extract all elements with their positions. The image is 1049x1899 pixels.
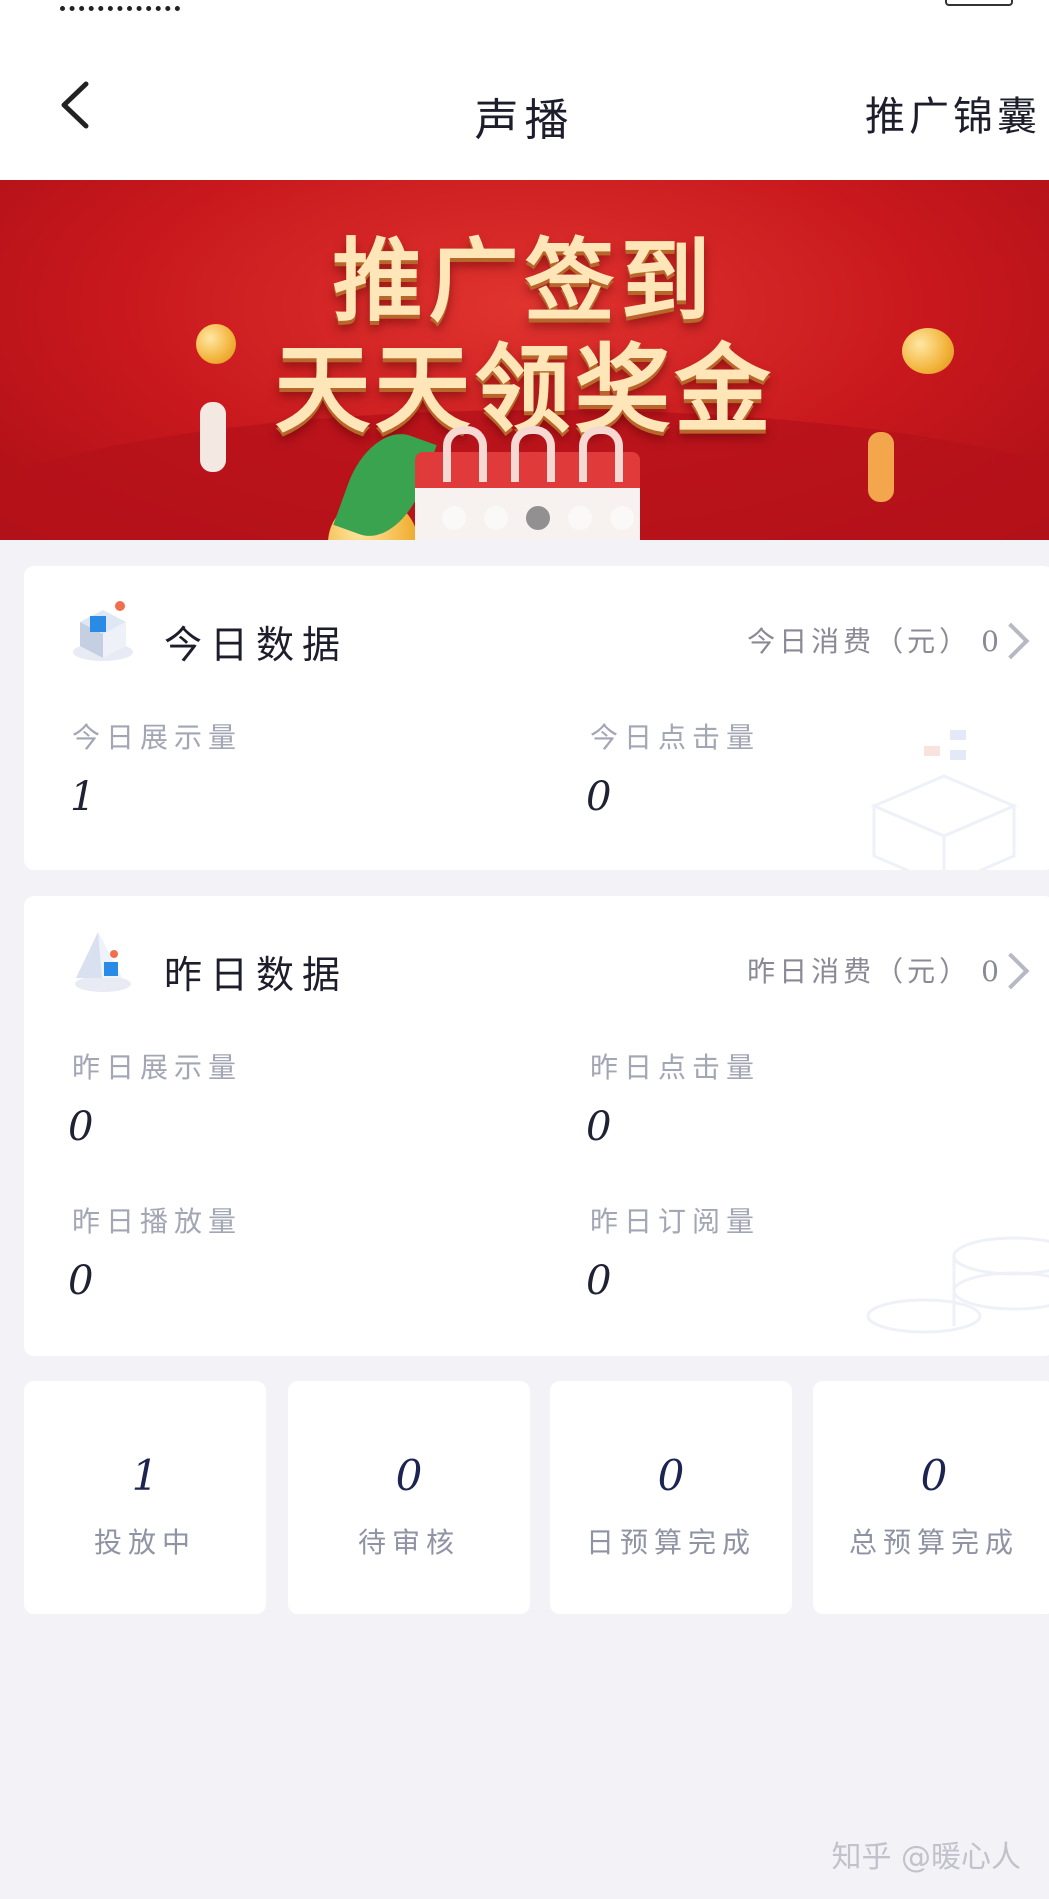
box-decoration-icon	[870, 730, 1018, 870]
yesterday-subscriptions-value: 0	[586, 1258, 612, 1304]
stat-value: 0	[395, 1451, 423, 1500]
signal-icon	[60, 0, 180, 11]
carousel-dot-active[interactable]	[526, 506, 550, 530]
stat-label: 待审核	[357, 1526, 460, 1559]
today-cost-label: 今日消费（元）	[747, 625, 972, 658]
yesterday-data-card: 昨日数据 昨日消费（元） 0 昨日展示量 0 昨日点击量 0 昨日播放量 0 昨日…	[24, 896, 1049, 1356]
yesterday-plays-label: 昨日播放量	[72, 1205, 243, 1238]
carousel-indicator	[442, 506, 634, 530]
carousel-dot[interactable]	[568, 506, 592, 530]
watermark: 知乎 @暖心人	[831, 1840, 1021, 1875]
cube-icon	[73, 601, 133, 661]
promo-tips-link[interactable]: 推广锦囊	[865, 84, 1041, 142]
today-impressions-value: 1	[70, 774, 96, 820]
carousel-dot[interactable]	[610, 506, 634, 530]
yesterday-subscriptions-label: 昨日订阅量	[590, 1205, 761, 1238]
person-illustration	[200, 402, 226, 472]
yesterday-plays-value: 0	[68, 1258, 94, 1304]
today-impressions-label: 今日展示量	[72, 721, 243, 754]
nav-bar: 声播 推广锦囊	[0, 12, 1049, 180]
yesterday-clicks-label: 昨日点击量	[590, 1051, 761, 1084]
pyramid-icon	[75, 932, 131, 992]
stat-label: 总预算完成	[848, 1526, 1019, 1559]
stat-value: 1	[131, 1451, 159, 1500]
stat-pending-review[interactable]: 0 待审核	[288, 1381, 530, 1614]
coins-decoration-icon	[866, 1236, 1049, 1334]
today-title: 今日数据	[164, 623, 349, 667]
stat-daily-budget-complete[interactable]: 0 日预算完成	[550, 1381, 792, 1614]
yesterday-cost[interactable]: 昨日消费（元） 0	[747, 950, 999, 990]
carousel-dot[interactable]	[484, 506, 508, 530]
stat-total-budget-complete[interactable]: 0 总预算完成	[813, 1381, 1049, 1614]
yesterday-clicks-value: 0	[586, 1104, 612, 1150]
yesterday-impressions-value: 0	[68, 1104, 94, 1150]
stat-active[interactable]: 1 投放中	[24, 1381, 266, 1614]
stat-label: 投放中	[93, 1526, 196, 1559]
stat-value: 0	[920, 1451, 948, 1500]
today-data-card: 今日数据 今日消费（元） 0 今日展示量 1 今日点击量 0	[24, 566, 1049, 870]
status-bar	[0, 0, 1049, 12]
today-clicks-label: 今日点击量	[590, 721, 761, 754]
stat-value: 0	[657, 1451, 685, 1500]
today-cost[interactable]: 今日消费（元） 0	[747, 620, 999, 660]
stat-label: 日预算完成	[585, 1526, 756, 1559]
yesterday-cost-label: 昨日消费（元）	[747, 955, 972, 988]
yesterday-title: 昨日数据	[164, 953, 349, 997]
promo-banner[interactable]: 推广签到 天天领奖金	[0, 180, 1049, 540]
coin-icon	[902, 328, 954, 374]
battery-icon	[945, 0, 1013, 6]
coin-icon	[196, 324, 236, 364]
person-illustration	[868, 432, 894, 502]
carousel-dot[interactable]	[442, 506, 466, 530]
yesterday-impressions-label: 昨日展示量	[72, 1051, 243, 1084]
today-clicks-value: 0	[586, 774, 612, 820]
